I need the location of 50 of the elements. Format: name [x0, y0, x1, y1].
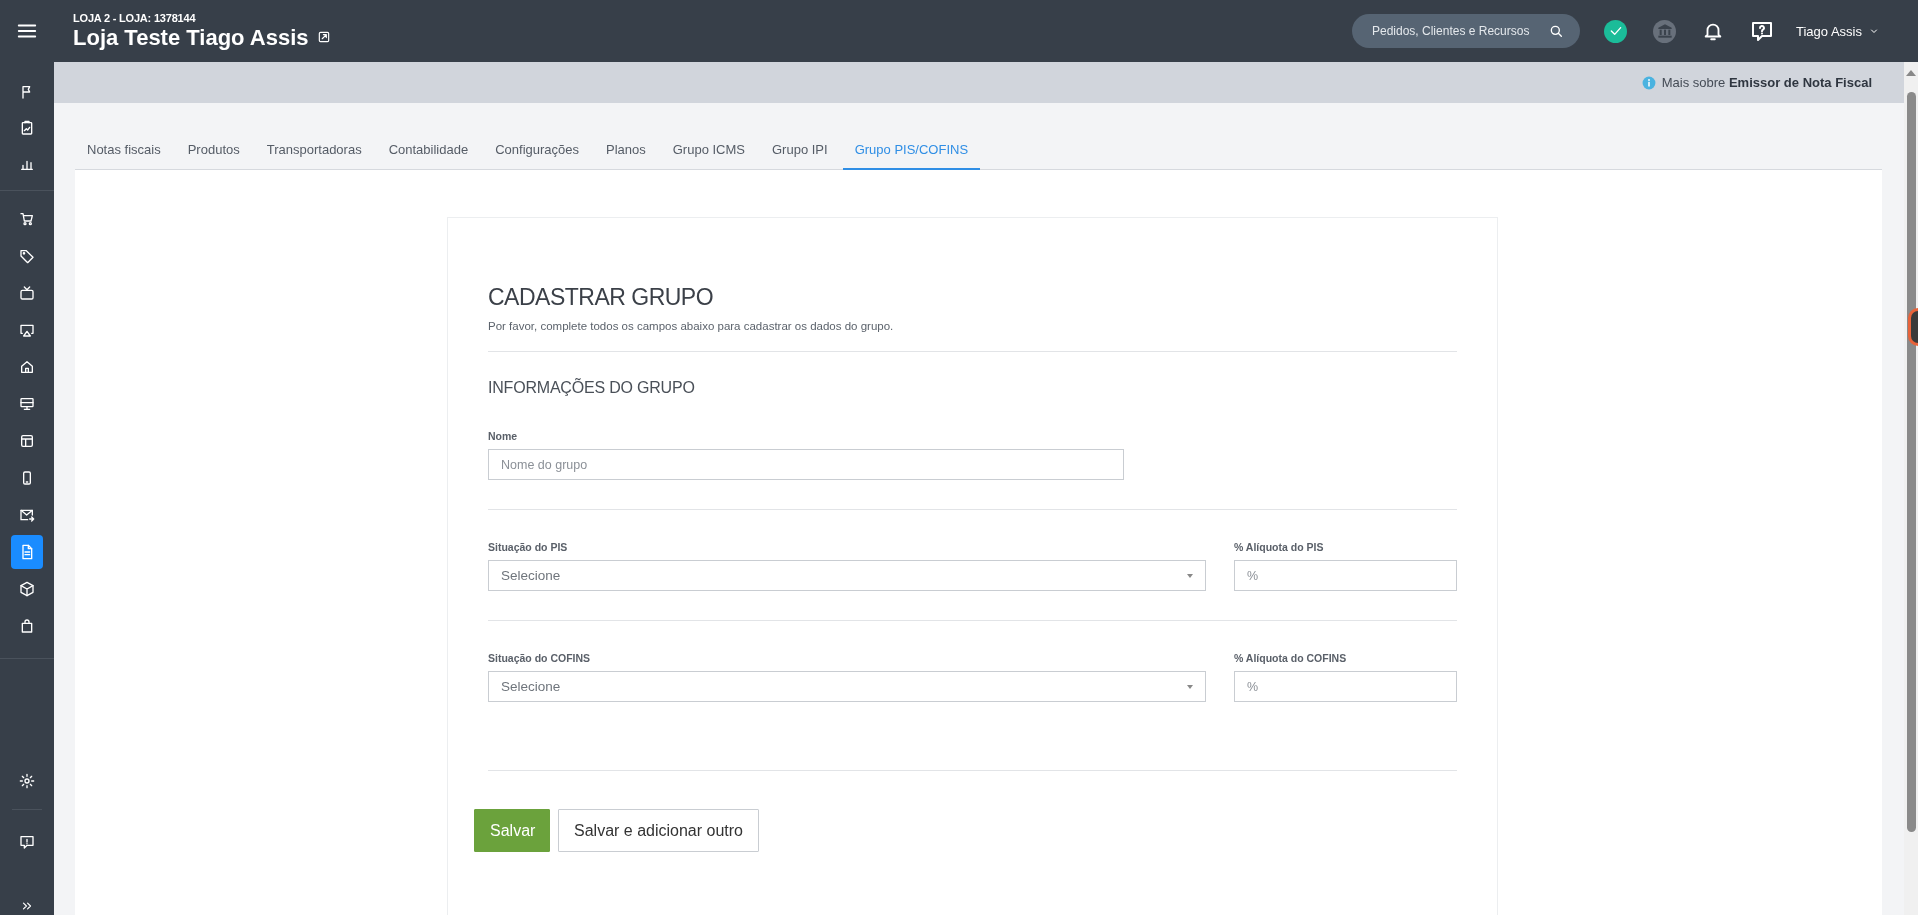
scrollbar-thumb[interactable] — [1906, 92, 1916, 832]
field-label: Nome — [488, 430, 519, 442]
tab[interactable]: Transportadoras — [254, 134, 374, 170]
tab[interactable]: Planos — [594, 134, 658, 170]
tab[interactable]: Grupo IPI — [760, 134, 840, 170]
search-field[interactable]: Pedidos, Clientes e Recursos — [1352, 14, 1580, 48]
box-icon — [19, 581, 35, 597]
tab[interactable]: Grupo ICMS — [660, 134, 757, 170]
caret-icon — [1187, 684, 1193, 689]
scrollbar[interactable] — [1904, 62, 1918, 915]
input-field[interactable]: % — [1234, 671, 1457, 702]
shopping-bag-icon — [19, 618, 35, 634]
floating-widget-icon[interactable] — [1908, 308, 1918, 346]
form-title: CADASTRAR GRUPO — [488, 284, 715, 311]
tab[interactable]: Contabilidade — [376, 134, 481, 170]
tab[interactable]: Produtos — [175, 134, 252, 170]
dropdown-field[interactable]: Selecione — [488, 560, 1206, 591]
section-title: INFORMAÇÕES DO GRUPO — [488, 379, 696, 397]
caret-icon — [1187, 573, 1193, 578]
external-link-icon[interactable] — [316, 30, 331, 44]
check-status-icon[interactable] — [1604, 19, 1627, 43]
info-link[interactable]: Mais sobre Emissor de Nota Fiscal — [1661, 75, 1872, 90]
monitor-icon — [19, 396, 35, 412]
tag-icon — [19, 248, 35, 264]
tab[interactable]: Configurações — [483, 134, 591, 170]
search-icon[interactable] — [1548, 23, 1564, 39]
info-icon — [1641, 75, 1656, 90]
user-menu[interactable]: Tiago Assis — [1796, 23, 1880, 39]
screen-cast-icon — [19, 322, 35, 338]
input-field[interactable]: Nome do grupo — [488, 449, 1124, 480]
feedback-icon — [19, 834, 35, 850]
field-label: % Alíquota do PIS — [1234, 541, 1325, 553]
mail-arrow-icon — [19, 507, 35, 523]
tv-icon — [19, 285, 35, 301]
house-icon — [19, 359, 35, 375]
document-icon — [19, 544, 35, 560]
layout-icon — [19, 433, 35, 449]
store-name: Loja Teste Tiago Assis — [73, 23, 309, 51]
store-code: LOJA 2 - LOJA: 1378144 — [73, 11, 197, 24]
dropdown-field[interactable]: Selecione — [488, 671, 1206, 702]
clipboard-chart-icon — [19, 120, 35, 136]
field-label: Situação do PIS — [488, 541, 569, 553]
field-label: % Alíquota do COFINS — [1234, 652, 1348, 664]
tab[interactable]: Notas fiscais — [75, 134, 173, 170]
save-and-add-button[interactable]: Salvar e adicionar outro — [558, 809, 759, 852]
help-chat-icon[interactable] — [1750, 19, 1774, 43]
field-label: Situação do COFINS — [488, 652, 592, 664]
cart-icon — [19, 211, 35, 227]
form-subtitle: Por favor, complete todos os campos abaixo para cadastrar os dados do grupo. — [488, 320, 895, 332]
input-field[interactable]: % — [1234, 560, 1457, 591]
